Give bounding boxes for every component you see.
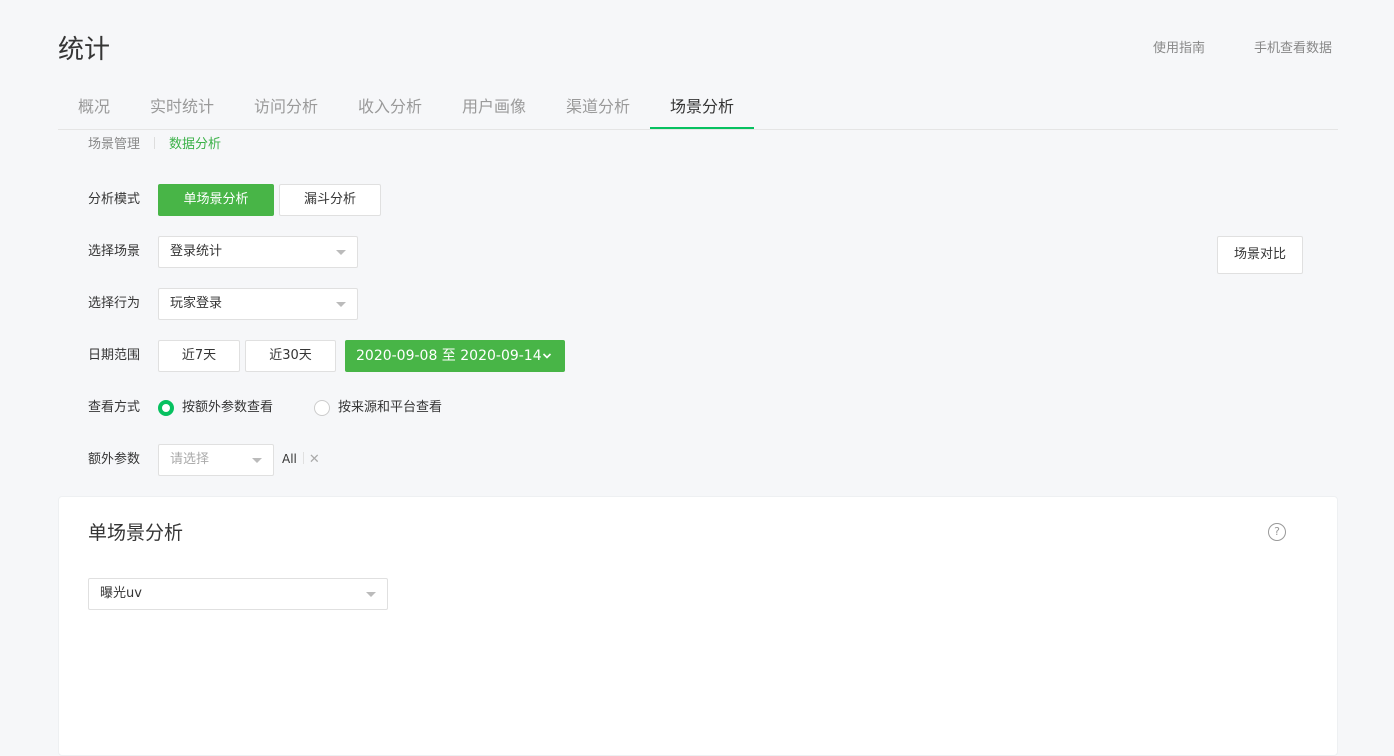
mobile-data-link[interactable]: 手机查看数据: [1254, 40, 1332, 58]
metric-select-value: 曝光uv: [100, 586, 142, 601]
guide-link[interactable]: 使用指南: [1153, 40, 1205, 58]
view-extra-radio[interactable]: [158, 400, 174, 416]
subnav-data-analysis[interactable]: 数据分析: [169, 137, 221, 152]
tab-revenue-analysis[interactable]: 收入分析: [358, 86, 422, 128]
date-range-value: 2020-09-08 至 2020-09-14: [356, 348, 542, 364]
funnel-mode-button[interactable]: 漏斗分析: [279, 184, 381, 216]
view-mode-label: 查看方式: [88, 400, 141, 415]
view-source-radio[interactable]: [314, 400, 330, 416]
subnav-scene-manage[interactable]: 场景管理: [88, 137, 140, 152]
main-tabs: 概况 实时统计 访问分析 收入分析 用户画像 渠道分析 场景分析: [58, 86, 1338, 130]
action-select-value: 玩家登录: [170, 296, 223, 311]
date-label: 日期范围: [88, 348, 141, 363]
tab-channel-analysis[interactable]: 渠道分析: [566, 86, 630, 128]
tab-visit-analysis[interactable]: 访问分析: [254, 86, 318, 128]
last-30-days-button[interactable]: 近30天: [245, 340, 336, 372]
tab-overview[interactable]: 概况: [78, 86, 110, 128]
caret-down-icon: [336, 302, 346, 307]
extra-param-select[interactable]: 请选择: [158, 444, 274, 476]
tab-realtime[interactable]: 实时统计: [150, 86, 214, 128]
tab-user-profile[interactable]: 用户画像: [462, 86, 526, 128]
scene-select-value: 登录统计: [170, 244, 223, 259]
card-title: 单场景分析: [88, 522, 184, 544]
mode-label: 分析模式: [88, 192, 141, 207]
date-range-picker[interactable]: 2020-09-08 至 2020-09-14: [345, 340, 565, 372]
tab-scene-analysis[interactable]: 场景分析: [650, 86, 754, 129]
view-source-label[interactable]: 按来源和平台查看: [338, 399, 442, 417]
last-7-days-button[interactable]: 近7天: [158, 340, 240, 372]
action-select[interactable]: 玩家登录: [158, 288, 358, 320]
scene-compare-button[interactable]: 场景对比: [1217, 236, 1303, 274]
extra-param-label: 额外参数: [88, 452, 141, 467]
question-circle-icon[interactable]: ?: [1268, 523, 1286, 541]
tag-divider: [302, 452, 304, 464]
metric-select[interactable]: 曝光uv: [88, 578, 388, 610]
action-label: 选择行为: [88, 296, 141, 311]
single-scene-card: [58, 496, 1338, 756]
page-title: 统计: [58, 35, 111, 65]
extra-param-tag: All ✕: [282, 451, 320, 468]
caret-down-icon: [336, 250, 346, 255]
close-icon[interactable]: ✕: [309, 452, 320, 467]
scene-select[interactable]: 登录统计: [158, 236, 358, 268]
subnav-divider: [154, 137, 156, 149]
caret-down-icon: [366, 592, 376, 597]
extra-param-placeholder: 请选择: [170, 452, 210, 467]
view-extra-label[interactable]: 按额外参数查看: [182, 399, 273, 417]
scene-label: 选择场景: [88, 244, 141, 259]
single-scene-mode-button[interactable]: 单场景分析: [158, 184, 274, 216]
chevron-down-icon: [542, 353, 552, 359]
extra-param-tag-label: All: [282, 452, 297, 466]
sub-nav: 场景管理 数据分析: [88, 136, 221, 154]
caret-down-icon: [252, 458, 262, 463]
